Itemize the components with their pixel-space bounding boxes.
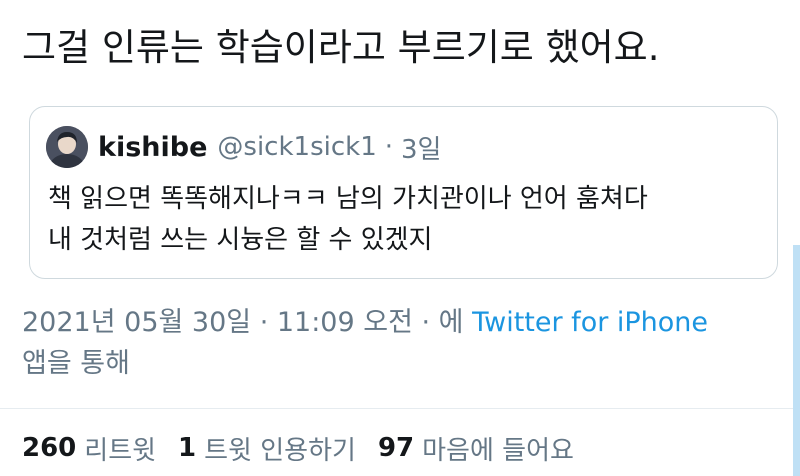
divider bbox=[0, 408, 800, 409]
tweet-text: 그걸 인류는 학습이라고 부르기로 했어요. bbox=[22, 26, 660, 69]
tweet-metadata: 2021년 05월 30일 · 11:09 오전 · 에 Twitter for… bbox=[22, 302, 782, 384]
likes-count: 97 bbox=[377, 433, 415, 463]
quote-tweets-count: 1 bbox=[178, 433, 197, 463]
quoted-text-line: 내 것처럼 쓰는 시늉은 할 수 있겠지 bbox=[48, 225, 433, 255]
tweet-source-link[interactable]: Twitter for iPhone bbox=[472, 307, 708, 338]
tweet-via-text: 앱을 통해 bbox=[22, 348, 130, 379]
scroll-edge bbox=[793, 245, 800, 476]
retweets-count: 260 bbox=[22, 433, 77, 463]
quoted-tweet-text: 책 읽으면 똑똑해지나ㅋㅋ 남의 가치관이나 언어 훔쳐다 내 것처럼 쓰는 시… bbox=[48, 179, 768, 261]
quoted-tweet-card[interactable]: kishibe @sick1sick1 · 3일 책 읽으면 똑똑해지나ㅋㅋ 남… bbox=[29, 106, 778, 279]
avatar[interactable] bbox=[46, 126, 88, 168]
avatar-image bbox=[46, 126, 88, 168]
tweet-date-line: 2021년 05월 30일 · 11:09 오전 · 에 Twitter for… bbox=[22, 302, 782, 343]
quote-tweets-label: 트윗 인용하기 bbox=[204, 435, 356, 466]
tweet-datetime: 2021년 05월 30일 · 11:09 오전 · 에 bbox=[22, 307, 473, 338]
quoted-text-line: 책 읽으면 똑똑해지나ㅋㅋ 남의 가치관이나 언어 훔쳐다 bbox=[48, 184, 648, 214]
quoted-tweet-header: kishibe @sick1sick1 · 3일 bbox=[46, 125, 441, 169]
likes-stat[interactable]: 97 마음에 들어요 bbox=[378, 430, 574, 467]
separator-dot: · bbox=[384, 132, 393, 162]
retweets-label: 리트윗 bbox=[84, 435, 157, 466]
likes-label: 마음에 들어요 bbox=[422, 435, 574, 466]
quoted-timestamp[interactable]: 3일 bbox=[401, 129, 441, 166]
retweets-stat[interactable]: 260 리트윗 bbox=[22, 430, 156, 467]
quoted-author-handle[interactable]: @sick1sick1 bbox=[217, 132, 376, 162]
quote-tweets-stat[interactable]: 1 트윗 인용하기 bbox=[178, 430, 356, 467]
quoted-author-name[interactable]: kishibe bbox=[98, 132, 207, 163]
tweet-stats: 260 리트윗 1 트윗 인용하기 97 마음에 들어요 bbox=[22, 428, 596, 468]
